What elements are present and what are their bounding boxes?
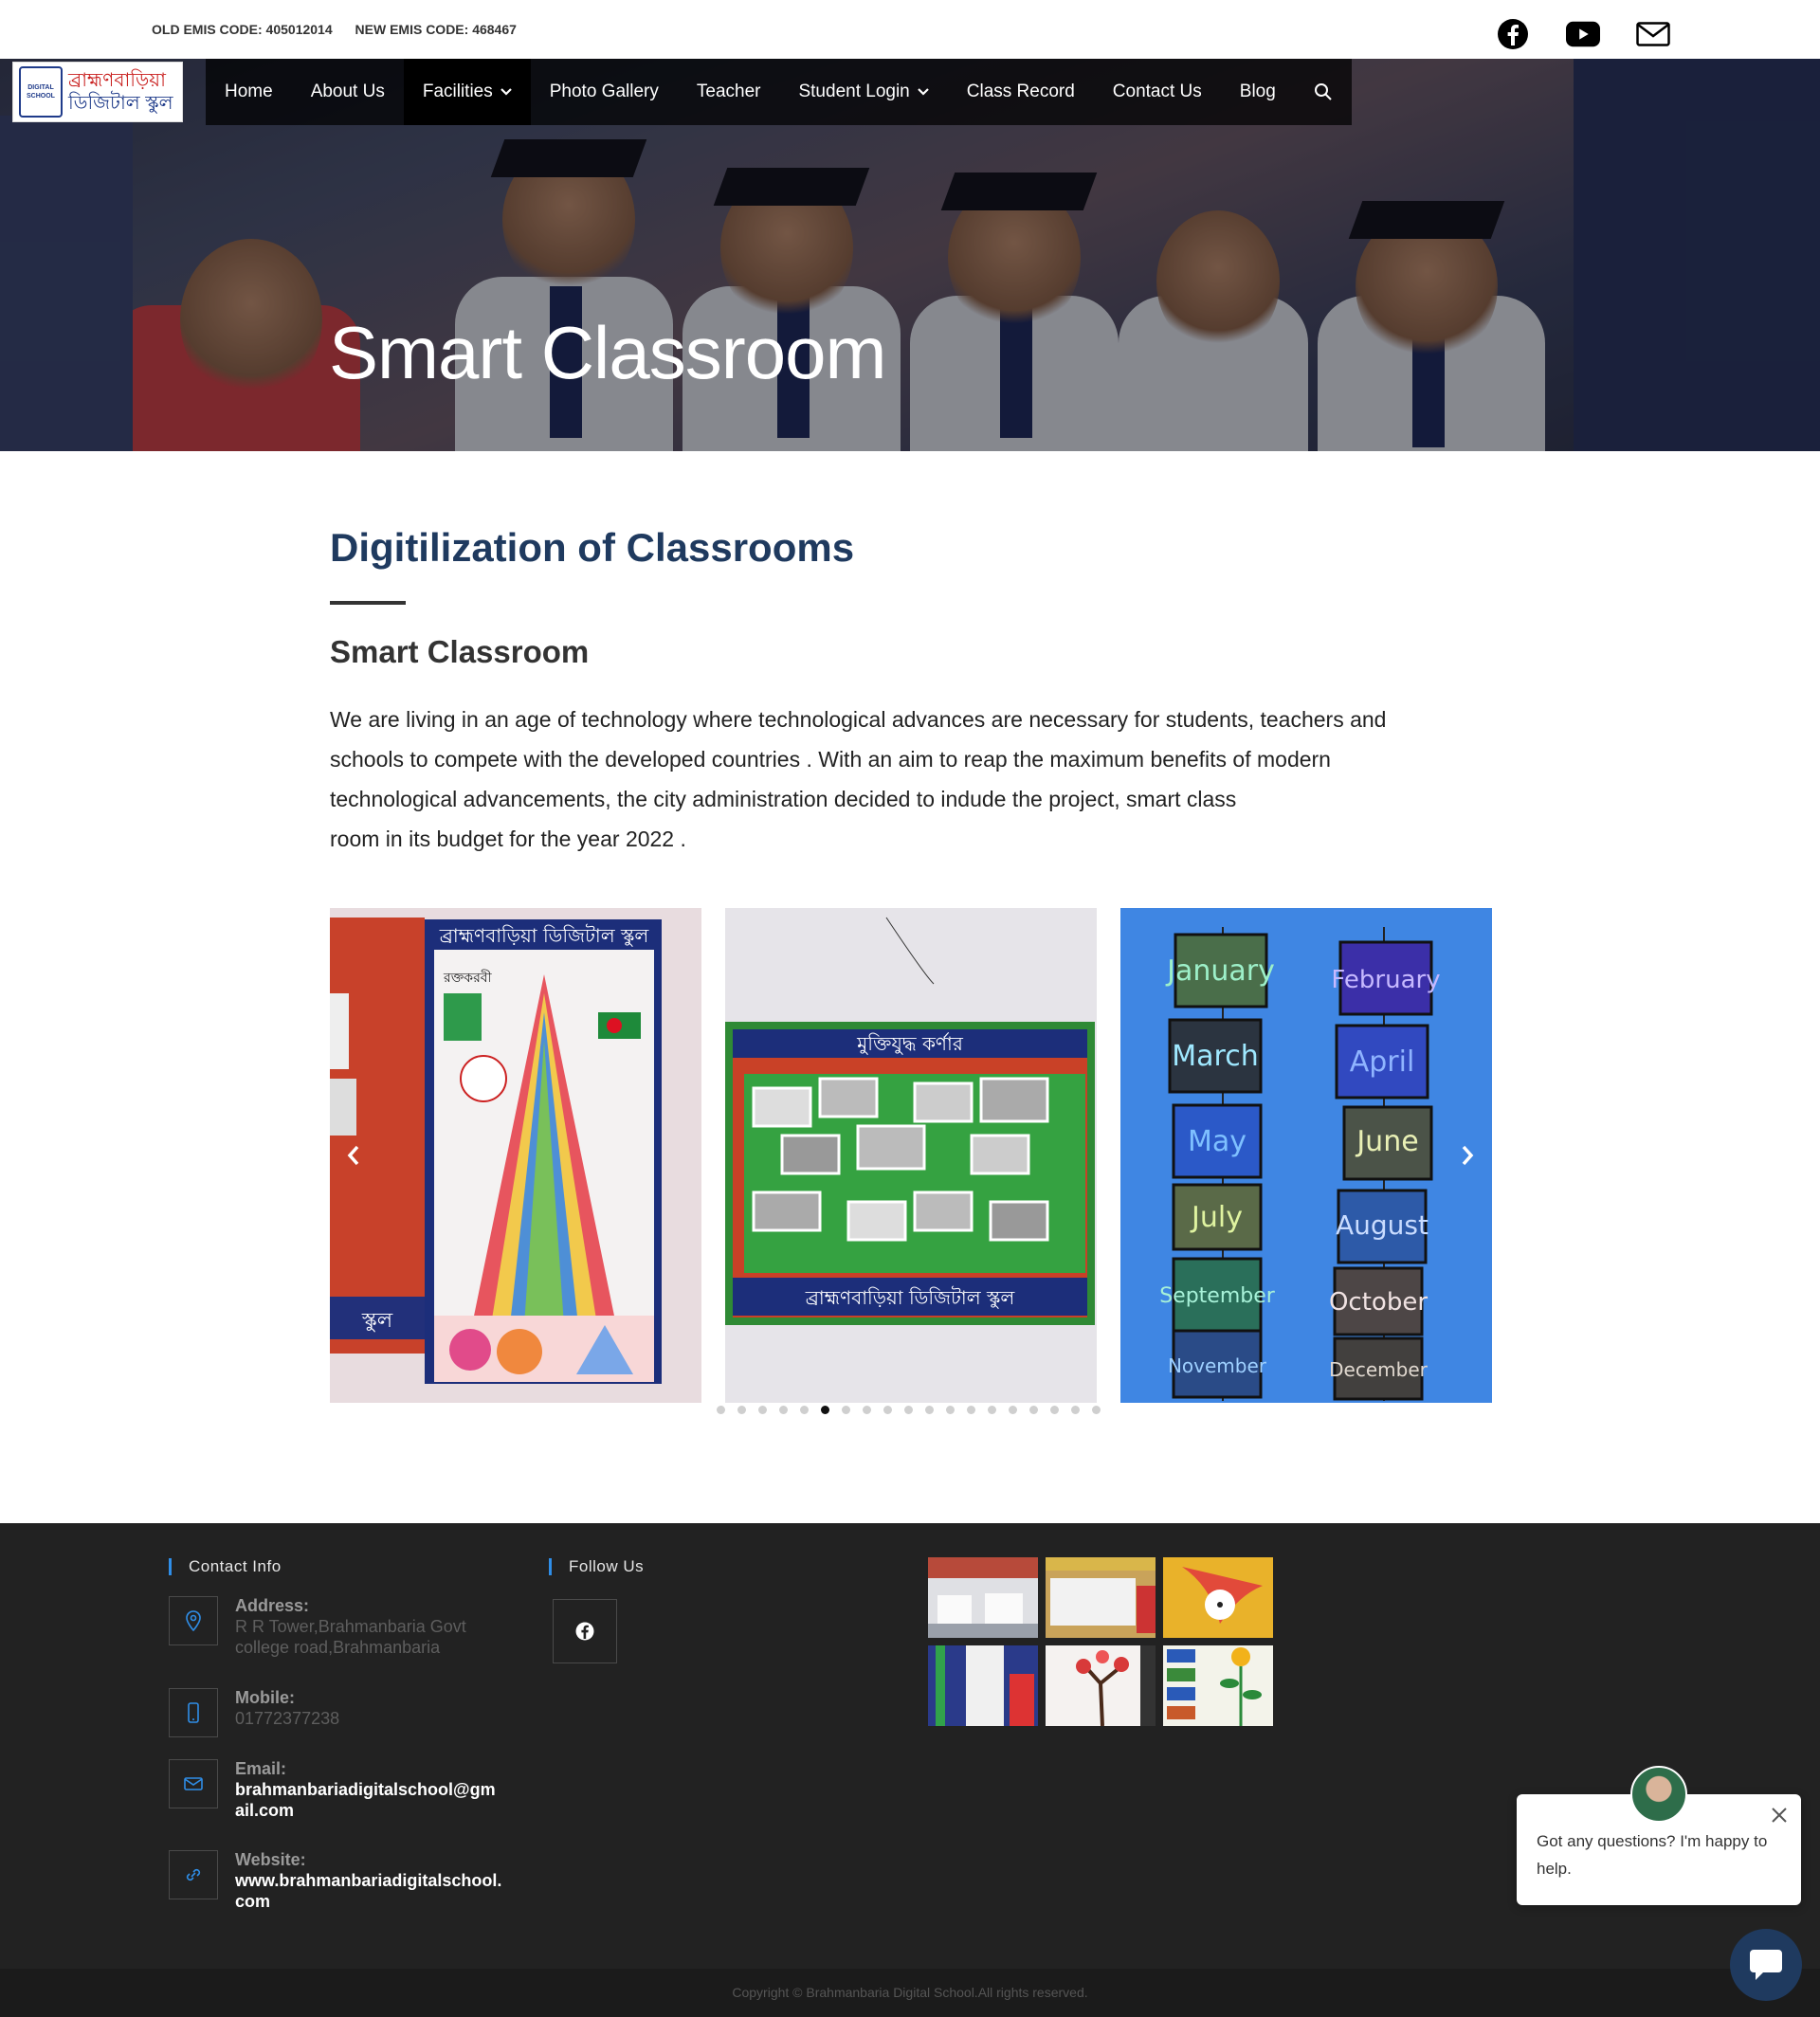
slide2-banner: মুক্তিযুদ্ধ কর্ণার — [856, 1032, 964, 1055]
slider-next-arrow[interactable] — [1451, 1139, 1483, 1172]
gallery-thumbnail[interactable] — [1046, 1645, 1156, 1726]
close-icon[interactable] — [1769, 1805, 1790, 1826]
slide2-footer-text: ব্রাহ্মণবাড়িয়া ডিজিটাল স্কুল — [805, 1286, 1016, 1309]
svg-text:June: June — [1355, 1125, 1418, 1158]
slide1-banner: ব্রাহ্মণবাড়িয়া ডিজিটাল স্কুল — [439, 924, 650, 947]
footer-facebook-icon[interactable] — [553, 1599, 617, 1663]
nav-class-record[interactable]: Class Record — [948, 59, 1094, 125]
slider-dot[interactable] — [1029, 1406, 1038, 1414]
heading-divider — [330, 601, 406, 605]
slide1-footer-text: স্কুল — [361, 1309, 393, 1333]
logo-seal: DIGITAL SCHOOL — [19, 66, 63, 118]
youtube-icon[interactable] — [1566, 17, 1600, 51]
nav-teacher[interactable]: Teacher — [678, 59, 780, 125]
page-title: Smart Classroom — [329, 311, 886, 394]
slider-dot[interactable] — [800, 1406, 809, 1414]
nav-photo-gallery[interactable]: Photo Gallery — [531, 59, 678, 125]
chevron-down-icon — [500, 85, 512, 99]
slider-dot[interactable] — [842, 1406, 850, 1414]
svg-text:May: May — [1188, 1125, 1247, 1158]
image-slider: ব্রাহ্মণবাড়িয়া ডিজিটাল স্কুল রক্তকরবী … — [330, 908, 1492, 1403]
svg-text:September: September — [1159, 1284, 1276, 1308]
slide-image[interactable]: মুক্তিযুদ্ধ কর্ণার ব্রাহ্মণবাড়িয়া ডিজি… — [725, 908, 1097, 1403]
svg-text:January: January — [1165, 954, 1275, 988]
nav-contact-us[interactable]: Contact Us — [1094, 59, 1221, 125]
copyright-text: Copyright © Brahmanbaria Digital School.… — [0, 1969, 1820, 2017]
top-bar: OLD EMIS CODE: 405012014 NEW EMIS CODE: … — [0, 0, 1820, 59]
slider-dot[interactable] — [863, 1406, 871, 1414]
email-icon[interactable] — [1636, 17, 1670, 51]
main-navbar: DIGITAL SCHOOL ব্রাহ্মণবাড়িয়া ডিজিটাল … — [0, 59, 1820, 125]
school-logo[interactable]: DIGITAL SCHOOL ব্রাহ্মণবাড়িয়া ডিজিটাল … — [12, 62, 183, 122]
slider-prev-arrow[interactable] — [337, 1139, 370, 1172]
slider-dot[interactable] — [821, 1406, 829, 1414]
slider-dot[interactable] — [758, 1406, 767, 1414]
slider-dot[interactable] — [1009, 1406, 1017, 1414]
link-icon — [169, 1850, 218, 1899]
slider-dot[interactable] — [904, 1406, 913, 1414]
gallery-thumbnail[interactable] — [1163, 1557, 1273, 1638]
slider-dot[interactable] — [925, 1406, 934, 1414]
svg-text:October: October — [1329, 1288, 1428, 1317]
old-emis-code: OLD EMIS CODE: 405012014 — [152, 22, 333, 37]
nav-facilities[interactable]: Facilities — [403, 59, 531, 125]
slide1-corner-text: রক্তকরবী — [443, 970, 493, 986]
slider-pagination — [717, 1406, 1101, 1414]
contact-info-heading: Contact Info — [169, 1557, 282, 1576]
svg-text:August: August — [1336, 1209, 1429, 1241]
slide-image[interactable]: ব্রাহ্মণবাড়িয়া ডিজিটাল স্কুল রক্তকরবী … — [330, 908, 701, 1403]
gallery-thumbnail[interactable] — [1163, 1645, 1273, 1726]
svg-text:December: December — [1329, 1358, 1428, 1381]
chat-launcher-button[interactable] — [1730, 1929, 1802, 2001]
slider-dot[interactable] — [946, 1406, 955, 1414]
slider-dot[interactable] — [717, 1406, 725, 1414]
slider-dot[interactable] — [883, 1406, 892, 1414]
location-pin-icon — [169, 1596, 218, 1645]
follow-us-heading: Follow Us — [549, 1557, 644, 1576]
chat-bubble-icon — [1750, 1950, 1782, 1980]
nav-menu: Home About Us Facilities Photo Gallery T… — [206, 59, 1352, 125]
mobile-phone-icon — [169, 1688, 218, 1737]
gallery-thumbnail[interactable] — [928, 1557, 1038, 1638]
website-link[interactable]: www.brahmanbariadigitalschool. — [235, 1870, 519, 1891]
slider-dot[interactable] — [967, 1406, 975, 1414]
new-emis-code: NEW EMIS CODE: 468467 — [355, 22, 517, 37]
social-links — [1496, 17, 1670, 51]
slider-dot[interactable] — [1071, 1406, 1080, 1414]
nav-blog[interactable]: Blog — [1221, 59, 1295, 125]
chat-agent-avatar — [1630, 1766, 1687, 1823]
footer-gallery — [928, 1557, 1273, 1726]
svg-text:February: February — [1331, 966, 1440, 994]
email-link[interactable]: brahmanbariadigitalschool@gm — [235, 1779, 519, 1800]
slider-dot[interactable] — [988, 1406, 996, 1414]
svg-text:March: March — [1172, 1040, 1258, 1073]
svg-text:November: November — [1168, 1354, 1267, 1377]
svg-text:April: April — [1350, 1045, 1415, 1079]
logo-text-line2: ডিজিটাল স্কুল — [68, 93, 173, 114]
email-icon — [169, 1759, 218, 1808]
slider-dot[interactable] — [1050, 1406, 1059, 1414]
nav-home[interactable]: Home — [206, 59, 292, 125]
emis-codes: OLD EMIS CODE: 405012014 NEW EMIS CODE: … — [152, 22, 536, 37]
logo-text-line1: ব্রাহ্মণবাড়িয়া — [68, 70, 166, 91]
slide-image[interactable]: January March May July September Novembe… — [1120, 908, 1492, 1403]
section-heading: Digitilization of Classrooms — [330, 525, 855, 570]
slider-dot[interactable] — [779, 1406, 788, 1414]
svg-text:July: July — [1190, 1201, 1243, 1234]
month-tags-left: January March May July September Novembe… — [1159, 933, 1276, 1399]
nav-about-us[interactable]: About Us — [292, 59, 404, 125]
slider-dot[interactable] — [737, 1406, 746, 1414]
chat-message: Got any questions? I'm happy to help. — [1537, 1832, 1768, 1878]
nav-student-login[interactable]: Student Login — [779, 59, 947, 125]
section-subheading: Smart Classroom — [330, 634, 590, 669]
intro-paragraph: We are living in an age of technology wh… — [330, 707, 1387, 851]
slider-dot[interactable] — [1092, 1406, 1101, 1414]
chevron-down-icon — [917, 85, 929, 99]
gallery-thumbnail[interactable] — [928, 1645, 1038, 1726]
gallery-thumbnail[interactable] — [1046, 1557, 1156, 1638]
search-icon[interactable] — [1295, 59, 1352, 125]
facebook-icon[interactable] — [1496, 17, 1530, 51]
